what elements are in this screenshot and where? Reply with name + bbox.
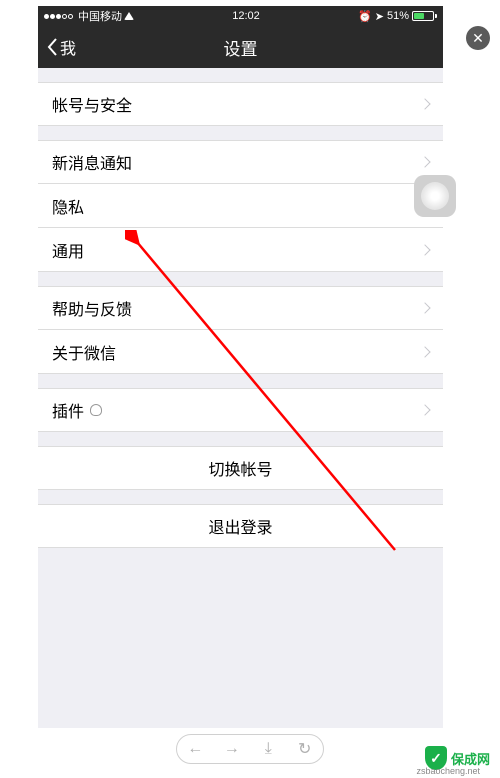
item-help-feedback[interactable]: 帮助与反馈 <box>38 286 443 330</box>
chevron-right-icon <box>419 156 430 167</box>
chevron-right-icon <box>419 244 430 255</box>
item-label: 关于微信 <box>52 340 116 364</box>
chevron-left-icon <box>46 37 58 57</box>
group-plugins: 插件 <box>38 388 443 432</box>
page-title: 设置 <box>224 35 258 60</box>
item-label: 新消息通知 <box>52 150 132 174</box>
group-help: 帮助与反馈 关于微信 <box>38 286 443 374</box>
close-icon: ✕ <box>472 30 484 47</box>
status-left: 中国移动 <box>44 8 134 24</box>
chevron-right-icon <box>419 346 430 357</box>
switch-account-button[interactable]: 切换帐号 <box>38 446 443 490</box>
item-label: 隐私 <box>52 194 84 218</box>
chevron-right-icon <box>419 302 430 313</box>
phone-screen: 中国移动 12:02 ⏰ ➤ 51% 我 设置 帐号与安全 新消息通知 <box>38 6 443 728</box>
logout-button[interactable]: 退出登录 <box>38 504 443 548</box>
item-label: 插件 <box>52 398 84 422</box>
back-button[interactable]: 我 <box>46 35 76 59</box>
status-bar: 中国移动 12:02 ⏰ ➤ 51% <box>38 6 443 26</box>
battery-icon <box>412 11 437 21</box>
item-privacy[interactable]: 隐私 <box>38 184 443 228</box>
item-label: 通用 <box>52 238 84 262</box>
watermark: ✓ 保成网 zsbaocheng.net <box>425 746 490 770</box>
item-about-wechat[interactable]: 关于微信 <box>38 330 443 374</box>
item-plugins[interactable]: 插件 <box>38 388 443 432</box>
alarm-icon: ⏰ <box>358 10 372 23</box>
group-logout: 退出登录 <box>38 504 443 548</box>
close-button[interactable]: ✕ <box>466 26 490 50</box>
status-right: ⏰ ➤ 51% <box>358 10 437 23</box>
bulb-icon <box>90 404 102 416</box>
rotate-icon[interactable]: ↻ <box>298 742 312 756</box>
assistive-touch-button[interactable] <box>414 175 456 217</box>
chevron-right-icon <box>419 98 430 109</box>
prev-icon[interactable]: ← <box>188 742 202 756</box>
assistive-touch-icon <box>421 182 449 210</box>
nav-bar: 我 设置 <box>38 26 443 68</box>
back-label: 我 <box>60 35 76 59</box>
brand-name: 保成网 <box>451 749 490 768</box>
group-switch: 切换帐号 <box>38 446 443 490</box>
chevron-right-icon <box>419 404 430 415</box>
group-account: 帐号与安全 <box>38 82 443 126</box>
viewer-toolbar: ← → ⤓ ↻ <box>176 734 324 764</box>
item-label: 帮助与反馈 <box>52 296 132 320</box>
battery-pct: 51% <box>387 10 409 22</box>
item-general[interactable]: 通用 <box>38 228 443 272</box>
item-account-security[interactable]: 帐号与安全 <box>38 82 443 126</box>
download-icon[interactable]: ⤓ <box>261 742 275 756</box>
wifi-icon <box>124 12 134 20</box>
signal-icon <box>44 14 73 19</box>
item-label: 退出登录 <box>208 514 272 538</box>
brand-url: zsbaocheng.net <box>416 766 480 776</box>
item-label: 帐号与安全 <box>52 92 132 116</box>
item-label: 切换帐号 <box>208 456 272 480</box>
carrier-label: 中国移动 <box>78 8 122 24</box>
item-notifications[interactable]: 新消息通知 <box>38 140 443 184</box>
next-icon[interactable]: → <box>225 742 239 756</box>
group-settings: 新消息通知 隐私 通用 <box>38 140 443 272</box>
location-icon: ➤ <box>375 10 384 23</box>
clock: 12:02 <box>232 10 260 22</box>
